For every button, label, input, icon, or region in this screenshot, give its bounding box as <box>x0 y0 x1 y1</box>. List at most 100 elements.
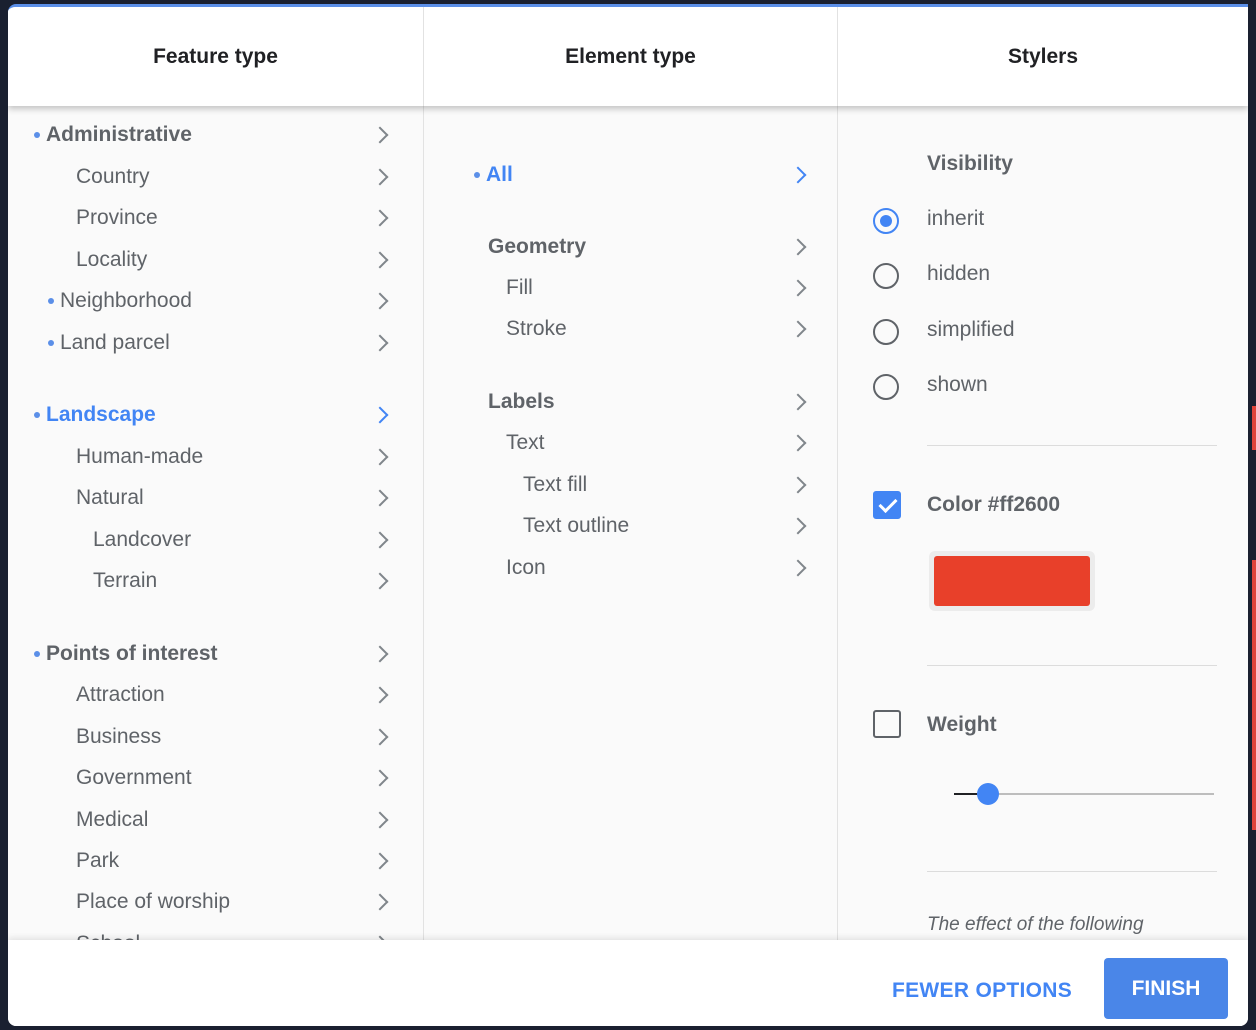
element-type-label: Text outline <box>523 514 630 537</box>
chevron-right-icon <box>789 434 807 452</box>
feature-type-label: Province <box>76 206 158 229</box>
feature-type-item[interactable]: Locality <box>76 245 147 275</box>
feature-type-item[interactable]: Park <box>76 846 119 876</box>
element-type-label: Fill <box>506 276 533 299</box>
feature-type-item[interactable]: Points of interest <box>34 639 218 669</box>
stylers-heading: Stylers <box>1007 44 1079 68</box>
chevron-right-icon <box>371 334 389 352</box>
visibility-label-inherit: inherit <box>927 207 985 230</box>
visibility-label-hidden: hidden <box>927 262 991 285</box>
element-type-item[interactable]: Text <box>506 428 545 458</box>
chevron-right-icon <box>789 238 807 256</box>
feature-type-item[interactable]: Human-made <box>76 442 203 472</box>
feature-type-item[interactable]: Administrative <box>34 120 192 150</box>
feature-type-label: Place of worship <box>76 890 231 913</box>
feature-type-label: Natural <box>76 486 144 509</box>
feature-type-label: Human-made <box>76 445 204 468</box>
styled-dot <box>48 340 54 346</box>
feature-type-item[interactable]: Landscape <box>34 400 156 430</box>
chevron-right-icon <box>371 448 389 466</box>
element-type-item[interactable]: Stroke <box>506 314 567 344</box>
feature-type-item[interactable]: Attraction <box>76 680 165 710</box>
fewer-options-button[interactable]: FEWER OPTIONS <box>892 979 1072 1003</box>
visibility-label-shown: shown <box>927 373 988 396</box>
finish-button[interactable]: FINISH <box>1104 958 1228 1019</box>
feature-type-label: School <box>76 932 140 940</box>
feature-type-item[interactable]: Landcover <box>93 525 191 555</box>
feature-type-item[interactable]: Place of worship <box>76 887 230 917</box>
feature-type-label: Medical <box>76 808 149 831</box>
element-type-list[interactable]: All Geometry Fill Stroke Labels Text Text fill… <box>424 106 838 940</box>
feature-type-label: Country <box>76 165 150 188</box>
divider <box>927 665 1217 666</box>
element-type-item[interactable]: Labels <box>488 387 555 417</box>
feature-type-item[interactable]: Country <box>76 162 150 192</box>
element-type-label: Geometry <box>488 235 587 258</box>
weight-slider-thumb[interactable] <box>977 783 999 805</box>
feature-type-label: Attraction <box>76 683 165 706</box>
element-type-label: All <box>486 163 513 186</box>
color-checkbox[interactable] <box>873 491 901 519</box>
feature-type-item[interactable]: Natural <box>76 483 144 513</box>
element-type-item[interactable]: Fill <box>506 273 533 303</box>
feature-type-item[interactable]: Province <box>76 203 158 233</box>
feature-type-label: Business <box>76 725 162 748</box>
chevron-right-icon <box>789 320 807 338</box>
element-type-item[interactable]: Text outline <box>523 511 629 541</box>
color-swatch-button[interactable] <box>929 551 1095 611</box>
element-type-label: Text <box>506 431 545 454</box>
element-type-item[interactable]: Geometry <box>488 232 586 262</box>
visibility-radio-simplified[interactable] <box>873 319 899 345</box>
styled-dot <box>48 298 54 304</box>
color-label: Color #ff2600 <box>927 493 1061 516</box>
visibility-label-simplified: simplified <box>927 318 1015 341</box>
element-type-item[interactable]: Text fill <box>523 470 587 500</box>
chevron-right-icon <box>371 292 389 310</box>
chevron-right-icon <box>371 728 389 746</box>
styled-dot <box>34 132 40 138</box>
effect-note: The effect of the following <box>927 914 1144 935</box>
chevron-right-icon <box>371 852 389 870</box>
background-edge <box>1252 406 1256 450</box>
feature-type-label: Terrain <box>93 569 158 592</box>
element-type-item[interactable]: Icon <box>506 553 546 583</box>
chevron-right-icon <box>371 489 389 507</box>
chevron-right-icon <box>371 251 389 269</box>
feature-type-label: Points of interest <box>46 642 218 665</box>
visibility-radio-shown[interactable] <box>873 374 899 400</box>
feature-type-item[interactable]: Medical <box>76 805 148 835</box>
element-type-label: Text fill <box>523 473 588 496</box>
weight-checkbox[interactable] <box>873 710 901 738</box>
chevron-right-icon <box>371 406 389 424</box>
chevron-right-icon <box>371 893 389 911</box>
chevron-right-icon <box>371 769 389 787</box>
divider <box>927 445 1217 446</box>
element-type-label: Stroke <box>506 317 567 340</box>
chevron-right-icon <box>371 531 389 549</box>
feature-type-item[interactable]: Business <box>76 722 161 752</box>
feature-type-item[interactable]: Government <box>76 763 192 793</box>
chevron-right-icon <box>371 686 389 704</box>
feature-type-label: Locality <box>76 248 148 271</box>
visibility-radio-inherit[interactable] <box>873 208 899 234</box>
feature-type-item[interactable]: Terrain <box>93 566 157 596</box>
weight-label: Weight <box>927 713 997 736</box>
feature-type-item[interactable]: Neighborhood <box>48 286 192 316</box>
element-type-heading: Element type <box>424 7 838 106</box>
chevron-right-icon <box>371 168 389 186</box>
visibility-title: Visibility <box>927 152 1013 175</box>
feature-type-item[interactable]: School <box>76 929 140 940</box>
feature-type-list[interactable]: Administrative Country Province Locality Nei… <box>8 106 424 940</box>
dialog-footer: FEWER OPTIONS FINISH <box>8 940 1248 1026</box>
chevron-right-icon <box>371 645 389 663</box>
chevron-right-icon <box>371 126 389 144</box>
feature-type-item[interactable]: Land parcel <box>48 328 170 358</box>
divider <box>927 871 1217 872</box>
element-type-label: Icon <box>506 556 546 579</box>
styled-dot <box>474 172 480 178</box>
styled-dot <box>34 651 40 657</box>
element-type-item[interactable]: All <box>474 160 513 190</box>
color-swatch <box>934 556 1090 606</box>
chevron-right-icon <box>789 476 807 494</box>
visibility-radio-hidden[interactable] <box>873 263 899 289</box>
